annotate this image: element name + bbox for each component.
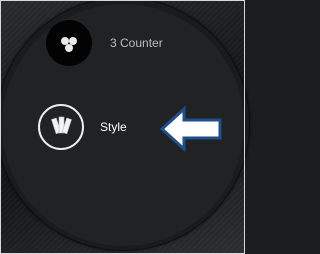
menu-item-label: Style <box>100 120 127 134</box>
menu-item-3-counter[interactable]: 3 Counter <box>46 20 163 66</box>
menu-item-label: 3 Counter <box>110 36 163 50</box>
left-arrow-icon <box>160 105 222 153</box>
menu-item-style[interactable]: Style <box>38 104 127 150</box>
palette-swatch-icon <box>38 104 84 150</box>
three-dots-icon <box>46 20 92 66</box>
